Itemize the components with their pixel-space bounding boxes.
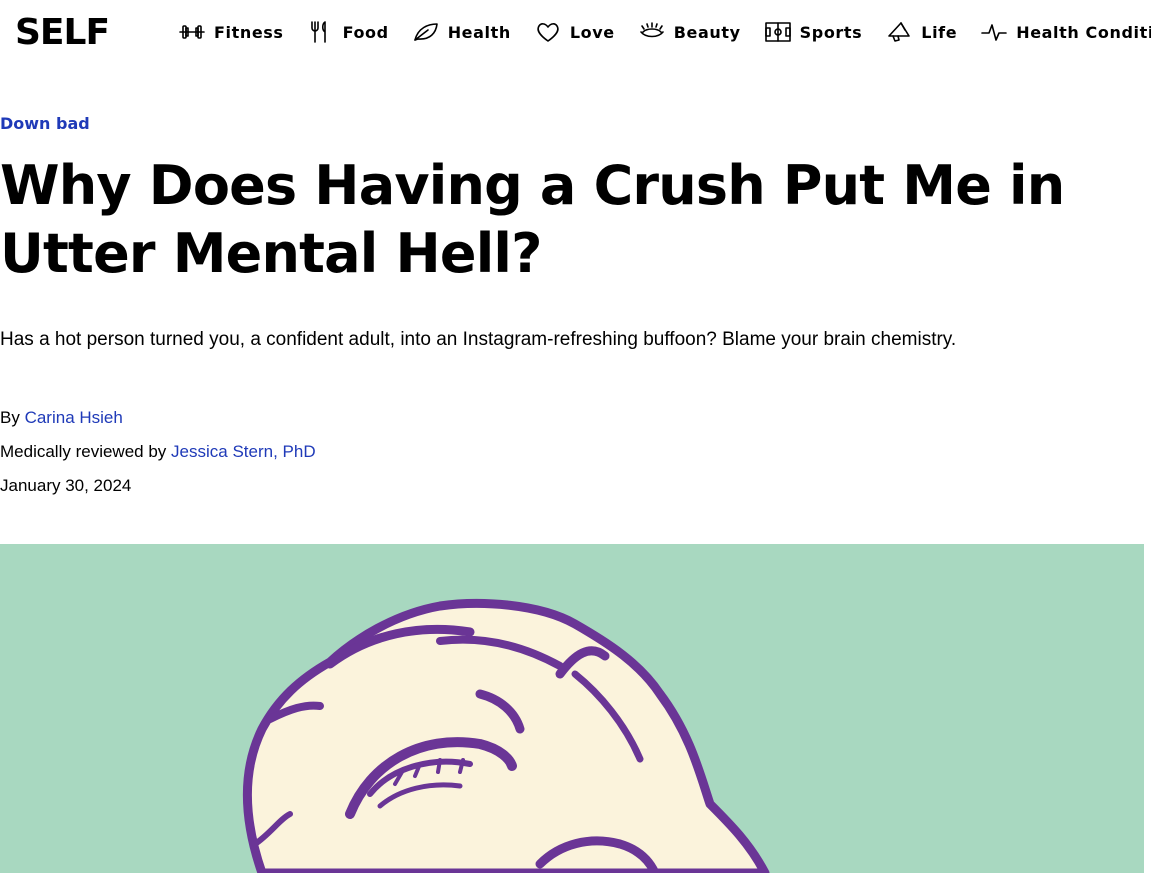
nav-item-food[interactable]: Food	[307, 18, 389, 46]
nav-item-sports[interactable]: Sports	[764, 18, 863, 46]
author-line: By Carina Hsieh	[0, 401, 316, 435]
main-nav: Fitness Food Health Love Beauty Sports L…	[178, 18, 1151, 46]
heart-icon	[537, 23, 559, 42]
nav-label: Health	[447, 22, 511, 42]
nav-item-health[interactable]: Health	[412, 18, 511, 46]
author-link[interactable]: Carina Hsieh	[25, 408, 123, 427]
pulse-icon	[981, 24, 1008, 41]
nav-label: Sports	[799, 22, 863, 42]
nav-label: Food	[342, 22, 389, 42]
by-prefix: By	[0, 408, 20, 427]
nav-label: Love	[569, 22, 615, 42]
face-illustration	[242, 598, 770, 873]
leaf-icon	[413, 23, 438, 41]
nav-label: Beauty	[673, 22, 741, 42]
nav-label: Life	[921, 22, 958, 42]
self-logo[interactable]: SELF	[15, 13, 110, 53]
publish-date: January 30, 2024	[0, 476, 132, 495]
nav-item-love[interactable]: Love	[534, 18, 615, 46]
hero-illustration	[0, 544, 1144, 873]
article-dek: Has a hot person turned you, a confident…	[0, 329, 957, 350]
megaphone-icon	[888, 22, 911, 42]
article-kicker-link[interactable]: Down bad	[0, 114, 90, 133]
nav-item-beauty[interactable]: Beauty	[638, 18, 741, 46]
nav-item-fitness[interactable]: Fitness	[178, 18, 284, 46]
nav-item-life[interactable]: Life	[885, 18, 957, 46]
reviewed-prefix: Medically reviewed by	[0, 442, 167, 461]
byline: By Carina Hsieh Medically reviewed by Je…	[0, 401, 316, 503]
site-header: SELF Fitness Food Health Love Beauty Spo…	[0, 0, 1151, 64]
article-headline: Why Does Having a Crush Put Me in Utter …	[0, 154, 1065, 285]
reviewer-line: Medically reviewed by Jessica Stern, PhD	[0, 435, 316, 469]
reviewer-link[interactable]: Jessica Stern, PhD	[171, 442, 316, 461]
nav-label: Fitness	[214, 22, 284, 42]
field-icon	[764, 22, 791, 42]
eyelash-icon	[639, 22, 664, 38]
nav-item-health-conditions[interactable]: Health Conditions	[980, 18, 1151, 46]
fork-knife-icon	[310, 21, 326, 43]
dumbbell-icon	[179, 25, 205, 39]
nav-label: Health Conditions	[1016, 22, 1151, 42]
